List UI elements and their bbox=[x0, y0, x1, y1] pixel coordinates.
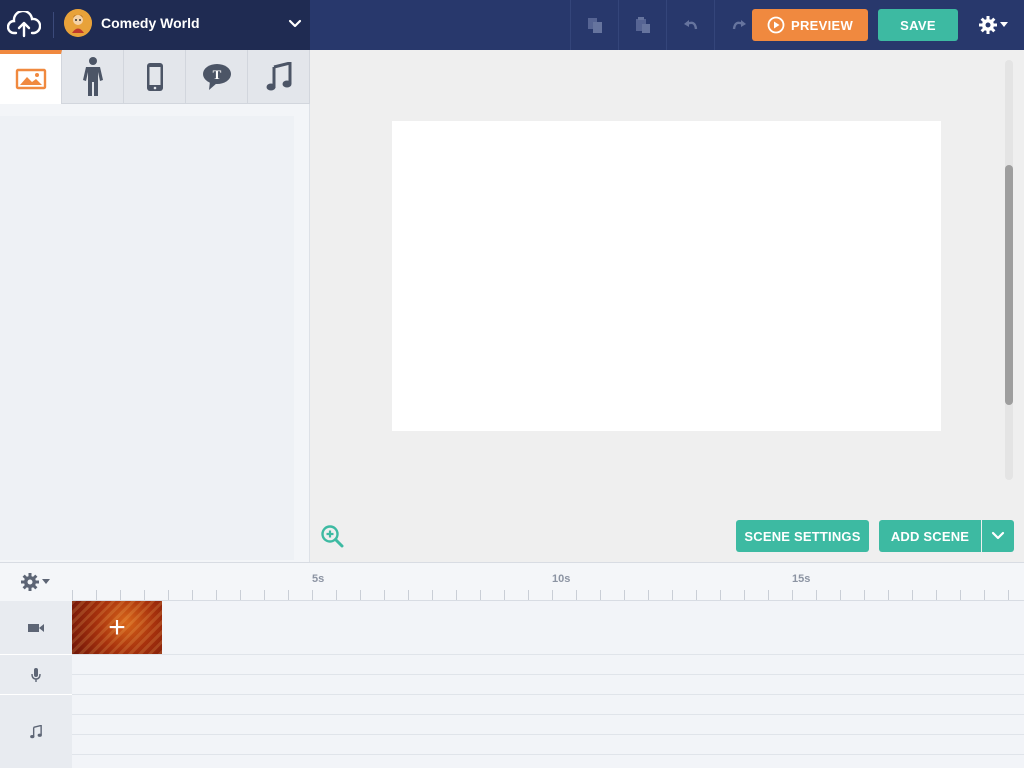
video-camera-icon bbox=[28, 623, 44, 632]
speech-bubble-icon: T bbox=[202, 63, 231, 90]
preview-button[interactable]: PREVIEW bbox=[752, 9, 868, 41]
tab-backgrounds[interactable] bbox=[0, 50, 62, 104]
theme-title[interactable]: Comedy World bbox=[101, 15, 200, 31]
phone-icon bbox=[146, 62, 163, 91]
timeline-ruler[interactable]: 5s 10s 15s bbox=[72, 563, 1024, 601]
tick-label: 15s bbox=[792, 573, 811, 585]
music-note-icon bbox=[266, 61, 291, 90]
add-scene-plus: + bbox=[108, 610, 126, 644]
asset-list[interactable] bbox=[0, 116, 294, 560]
music-track[interactable] bbox=[72, 715, 1024, 735]
cloud-upload-icon[interactable] bbox=[6, 9, 42, 41]
voice-track[interactable] bbox=[72, 655, 1024, 675]
divider bbox=[53, 12, 54, 38]
tab-music[interactable] bbox=[248, 50, 310, 104]
video-track-label bbox=[0, 601, 72, 655]
scene-settings-button[interactable]: SCENE SETTINGS bbox=[736, 520, 869, 552]
caret-down-icon bbox=[1000, 22, 1008, 27]
video-track[interactable] bbox=[72, 601, 1024, 655]
add-scene-dropdown[interactable] bbox=[982, 520, 1014, 552]
music-note-icon bbox=[30, 724, 42, 738]
top-bar: Comedy World PREVIEW SAVE bbox=[0, 0, 1024, 50]
chevron-down-icon[interactable] bbox=[286, 15, 304, 33]
character-icon bbox=[82, 56, 103, 96]
tick-label: 5s bbox=[312, 573, 325, 585]
music-track[interactable] bbox=[72, 735, 1024, 755]
chevron-down-icon bbox=[991, 531, 1005, 540]
timeline-settings-button[interactable] bbox=[20, 572, 54, 592]
voice-track[interactable] bbox=[72, 675, 1024, 695]
preview-label: PREVIEW bbox=[790, 17, 854, 33]
stage-area: SCENE SETTINGS ADD SCENE bbox=[310, 50, 1024, 562]
theme-header: Comedy World bbox=[0, 0, 310, 50]
ruler-ticks bbox=[72, 590, 1024, 600]
theme-avatar[interactable] bbox=[64, 9, 92, 37]
save-button[interactable]: SAVE bbox=[878, 9, 958, 41]
tab-text[interactable]: T bbox=[186, 50, 248, 104]
paste-icon[interactable] bbox=[618, 0, 666, 50]
tab-characters[interactable] bbox=[62, 50, 124, 104]
voice-track-label bbox=[0, 655, 72, 695]
scene-thumbnail[interactable]: + bbox=[72, 601, 162, 654]
tick-label: 10s bbox=[552, 573, 571, 585]
scene-canvas[interactable] bbox=[392, 121, 941, 431]
copy-icon[interactable] bbox=[570, 0, 618, 50]
timeline: 5s 10s 15s + bbox=[0, 562, 1024, 768]
music-track[interactable] bbox=[72, 695, 1024, 715]
play-icon bbox=[767, 16, 785, 34]
asset-tabs: T bbox=[0, 50, 310, 104]
svg-text:T: T bbox=[212, 67, 221, 82]
gear-icon bbox=[21, 573, 39, 591]
caret-down-icon bbox=[42, 579, 50, 584]
asset-scrollbar[interactable] bbox=[295, 116, 307, 560]
music-track[interactable] bbox=[72, 755, 1024, 768]
undo-icon[interactable] bbox=[666, 0, 714, 50]
microphone-icon bbox=[31, 667, 41, 682]
add-scene-button[interactable]: ADD SCENE bbox=[879, 520, 981, 552]
edit-tools bbox=[570, 0, 762, 50]
asset-panel: T bbox=[0, 50, 310, 562]
stage-scrollbar-thumb[interactable] bbox=[1005, 165, 1013, 405]
gear-icon[interactable] bbox=[972, 10, 1014, 40]
zoom-in-icon[interactable] bbox=[320, 524, 344, 548]
music-track-label bbox=[0, 695, 72, 768]
image-icon bbox=[15, 68, 46, 90]
tab-props[interactable] bbox=[124, 50, 186, 104]
